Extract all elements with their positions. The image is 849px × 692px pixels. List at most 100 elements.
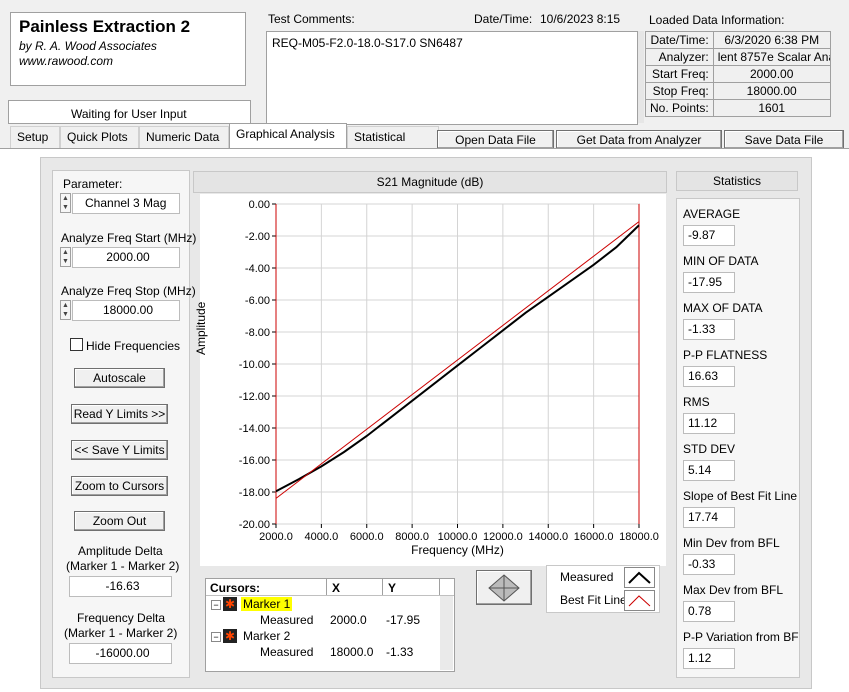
parameter-spinner[interactable]: ▲ ▼ <box>60 193 71 213</box>
legend-measured-label: Measured <box>560 570 614 584</box>
save-data-file-button[interactable]: Save Data File <box>724 130 844 149</box>
y-tick-label: -6.00 <box>245 295 270 307</box>
stop-freq-input[interactable]: 18000.00 <box>72 300 180 321</box>
x-tick-label: 2000.0 <box>259 531 293 543</box>
marker1-y: -17.95 <box>386 613 421 627</box>
status-text: Waiting for User Input <box>71 107 187 121</box>
x-tick-label: 10000.0 <box>438 531 478 543</box>
loaded-info-label: Start Freq: <box>645 65 714 83</box>
loaded-info-row: Date/Time: 6/3/2020 6:38 PM <box>645 31 831 49</box>
cursor-table[interactable]: Cursors: X Y − ✱ Marker 1 Measured 2000.… <box>205 578 455 672</box>
x-tick-label: 14000.0 <box>528 531 568 543</box>
loaded-info-value: 18000.00 <box>712 82 831 100</box>
marker1-x: 2000.0 <box>330 613 367 627</box>
legend-bfl-swatch[interactable] <box>624 590 655 611</box>
chart-svg[interactable]: 0.00 -2.00 -4.00 -6.00 -8.00 -10.00 -12.00 -14.… <box>200 194 666 566</box>
loaded-info-label: Stop Freq: <box>645 82 714 100</box>
tab-statistical-analy[interactable]: Statistical Analy <box>347 126 439 148</box>
amplitude-delta-sub: (Marker 1 - Marker 2) <box>66 559 180 573</box>
stat-value: -9.87 <box>683 225 735 246</box>
loaded-info-row: Stop Freq: 18000.00 <box>645 82 831 100</box>
x-tick-label: 16000.0 <box>574 531 614 543</box>
datetime-label: Date/Time: <box>474 12 533 26</box>
cursor-header-x: X <box>332 581 341 595</box>
start-freq-input[interactable]: 2000.00 <box>72 247 180 268</box>
stat-label: Slope of Best Fit Line <box>683 489 798 503</box>
open-data-file-button[interactable]: Open Data File <box>437 130 554 149</box>
parameter-label: Parameter: <box>63 177 123 191</box>
stats-title: Statistics <box>712 174 761 188</box>
tab-numeric-data[interactable]: Numeric Data <box>139 126 229 148</box>
cursor-scrollbar[interactable] <box>440 596 453 670</box>
title-panel: Painless Extraction 2 by R. A. Wood Asso… <box>10 12 246 86</box>
frequency-delta-label: Frequency Delta <box>77 611 166 625</box>
tab-setup[interactable]: Setup <box>10 126 60 148</box>
loaded-info-table: Date/Time: 6/3/2020 6:38 PM Analyzer: lent … <box>645 31 831 117</box>
hide-frequencies-label: Hide Frequencies <box>86 339 181 353</box>
stat-label: AVERAGE <box>683 207 741 221</box>
x-tick-label: 12000.0 <box>483 531 523 543</box>
loaded-info-row: Start Freq: 2000.00 <box>645 65 831 83</box>
loaded-info-label: Date/Time: <box>645 31 714 49</box>
y-tick-label: -20.00 <box>239 519 270 531</box>
chart-title: S21 Magnitude (dB) <box>376 175 484 189</box>
zoom-to-cursors-button[interactable]: Zoom to Cursors <box>71 476 168 496</box>
x-tick-label: 8000.0 <box>395 531 429 543</box>
y-tick-label: -18.00 <box>239 487 270 499</box>
stat-label: Min Dev from BFL <box>683 536 780 550</box>
stat-label: P-P Variation from BF <box>683 630 799 644</box>
zoom-out-button[interactable]: Zoom Out <box>74 511 165 531</box>
read-y-limits-button[interactable]: Read Y Limits >> <box>71 404 168 424</box>
start-freq-label: Analyze Freq Start (MHz) <box>61 231 197 245</box>
loaded-info-label: Analyzer: <box>645 48 714 66</box>
website: www.rawood.com <box>19 54 114 68</box>
marker2-expand-icon[interactable]: − <box>211 632 221 642</box>
stop-freq-spinner[interactable]: ▲ ▼ <box>60 300 71 320</box>
y-tick-label: -14.00 <box>239 423 270 435</box>
stat-value: -1.33 <box>683 319 735 340</box>
stat-value: 0.78 <box>683 601 735 622</box>
marker2-sub: Measured <box>260 645 314 659</box>
loaded-info-value: 2000.00 <box>712 65 831 83</box>
marker2-name[interactable]: Marker 2 <box>243 629 290 643</box>
save-y-limits-button[interactable]: << Save Y Limits <box>71 440 168 460</box>
marker1-crosshair-icon: ✱ <box>223 597 237 611</box>
tab-graphical-analysis[interactable]: Graphical Analysis <box>229 123 347 149</box>
loaded-info-row: Analyzer:lent 8757e Scalar Analy <box>645 48 831 66</box>
marker2-x: 18000.0 <box>330 645 374 659</box>
y-tick-label: -16.00 <box>239 455 270 467</box>
loaded-info-title: Loaded Data Information: <box>649 13 785 27</box>
stat-value: 11.12 <box>683 413 735 434</box>
start-freq-spinner[interactable]: ▲ ▼ <box>60 247 71 267</box>
marker1-expand-icon[interactable]: − <box>211 600 221 610</box>
loaded-info-value: lent 8757e Scalar Analy <box>712 48 831 66</box>
loaded-info-row: No. Points: 1601 <box>645 99 831 117</box>
autoscale-button[interactable]: Autoscale <box>74 368 165 388</box>
comments-field[interactable]: REQ-M05-F2.0-18.0-S17.0 SN6487 <box>266 31 638 125</box>
stat-value: -17.95 <box>683 272 735 293</box>
y-tick-label: -2.00 <box>245 231 270 243</box>
y-tick-label: -12.00 <box>239 391 270 403</box>
stat-value: 16.63 <box>683 366 735 387</box>
loaded-info-value: 6/3/2020 6:38 PM <box>712 31 831 49</box>
app-title: Painless Extraction 2 <box>19 17 191 36</box>
marker1-name[interactable]: Marker 1 <box>241 597 293 611</box>
diamond-arrows-icon <box>488 574 520 602</box>
cursor-move-pad[interactable] <box>476 570 532 605</box>
tab-quick-plots[interactable]: Quick Plots <box>60 126 139 148</box>
parameter-select[interactable]: Channel 3 Mag <box>72 193 180 214</box>
get-data-from-analyzer-button[interactable]: Get Data from Analyzer <box>556 130 722 149</box>
legend-measured-swatch[interactable] <box>624 567 655 588</box>
y-tick-label: -8.00 <box>245 327 270 339</box>
y-tick-label: -10.00 <box>239 359 270 371</box>
stat-value: 5.14 <box>683 460 735 481</box>
comments-scrollbar[interactable] <box>638 31 644 123</box>
cursor-header-name: Cursors: <box>210 581 261 595</box>
stop-freq-label: Analyze Freq Stop (MHz) <box>61 284 196 298</box>
stat-value: 17.74 <box>683 507 735 528</box>
stat-label: P-P FLATNESS <box>683 348 768 362</box>
stat-label: STD DEV <box>683 442 736 456</box>
status-panel: Waiting for User Input <box>8 100 251 124</box>
x-tick-label: 18000.0 <box>619 531 659 543</box>
hide-frequencies-checkbox[interactable] <box>70 338 83 351</box>
